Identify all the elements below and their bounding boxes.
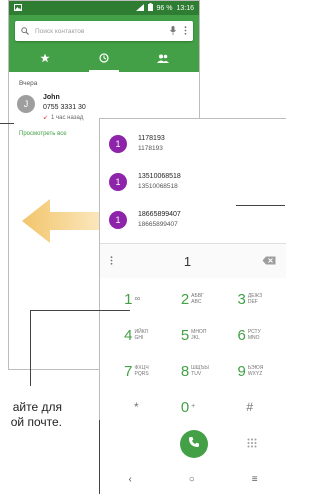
more-options-icon[interactable] bbox=[184, 22, 187, 40]
key-9[interactable]: 9 ЬЭЮЯ WXYZ bbox=[221, 356, 278, 386]
dial-keypad: 1 ∞ 2 АБВГ ABC 3 ДЕЖЗ DEF 4 ИЙКЛ GHI 5 МНОП J… bbox=[100, 278, 286, 422]
key-letters: + bbox=[191, 403, 196, 410]
key-digit: 9 bbox=[237, 362, 246, 380]
recents-nav-button[interactable]: ≡ bbox=[252, 474, 258, 485]
key-digit: 8 bbox=[180, 362, 190, 380]
avatar: 1 bbox=[109, 173, 127, 191]
callout-line bbox=[99, 420, 100, 494]
callout-line bbox=[30, 310, 31, 386]
phone-icon bbox=[188, 435, 200, 453]
contacts-icon bbox=[157, 50, 170, 68]
search-input[interactable]: Поиск контактов bbox=[35, 28, 170, 35]
key-letters: ИЙКЛ GHI bbox=[134, 329, 148, 341]
suggestion-item[interactable]: 1 1178193 1178193 bbox=[100, 125, 286, 163]
search-icon bbox=[21, 22, 29, 40]
tab-recents[interactable] bbox=[74, 46, 133, 72]
key-digit: 5 bbox=[180, 326, 190, 344]
suggestion-name: 1178193 bbox=[138, 135, 165, 142]
image-notification-icon bbox=[14, 3, 22, 13]
star-icon bbox=[40, 50, 50, 68]
key-digit: 0 bbox=[180, 398, 190, 416]
battery-percent: 96 % bbox=[156, 4, 173, 12]
key-letters: ШЩЪЫ TUV bbox=[191, 365, 209, 377]
key-letters: ДЕЖЗ DEF bbox=[247, 293, 263, 305]
search-bar[interactable]: Поиск контактов bbox=[15, 21, 193, 41]
key-digit: 7 bbox=[124, 362, 133, 380]
key-digit: 6 bbox=[237, 326, 246, 344]
back-nav-button[interactable]: ‹ bbox=[128, 474, 131, 485]
key-digit: # bbox=[246, 400, 253, 414]
suggestion-number: 13510068518 bbox=[138, 183, 178, 190]
caption-text: айте для ой почте. bbox=[0, 400, 62, 430]
caption-line-1: айте для bbox=[12, 400, 62, 414]
key-letters: ЬЭЮЯ WXYZ bbox=[247, 365, 264, 377]
voicemail-icon: ∞ bbox=[134, 294, 141, 303]
key-letters: МНОП JKL bbox=[191, 329, 207, 341]
key-8[interactable]: 8 ШЩЪЫ TUV bbox=[165, 356, 222, 386]
avatar: 1 bbox=[109, 211, 127, 229]
dialer-screen: 1 1178193 1178193 1 13510068518 13510068… bbox=[99, 118, 286, 494]
caller-number: 0755 3331 30 bbox=[43, 104, 86, 111]
navigation-bar: ‹ ○ ≡ bbox=[100, 466, 286, 492]
clock-icon bbox=[99, 50, 109, 68]
key-6[interactable]: 6 РСТУ MNO bbox=[221, 320, 278, 350]
key-digit: 1 bbox=[124, 290, 133, 308]
avatar: J bbox=[17, 95, 35, 113]
battery-icon bbox=[147, 3, 153, 13]
call-button[interactable] bbox=[179, 430, 208, 458]
key-7[interactable]: 7 ФХЦЧ PQRS bbox=[108, 356, 165, 386]
key-5[interactable]: 5 МНОП JKL bbox=[165, 320, 222, 350]
suggestion-number: 1178193 bbox=[138, 145, 163, 152]
tab-bar bbox=[15, 46, 193, 72]
status-bar: 96 % 13:16 bbox=[9, 1, 199, 15]
key-digit: * bbox=[133, 400, 139, 414]
dialed-number[interactable]: 1 bbox=[184, 254, 191, 269]
dialpad-icon[interactable] bbox=[247, 435, 257, 453]
suggestion-item[interactable]: 1 13510068518 13510068518 bbox=[100, 163, 286, 201]
callout-line bbox=[0, 123, 14, 124]
key-hash[interactable]: # bbox=[221, 392, 278, 422]
tab-contacts[interactable] bbox=[134, 46, 193, 72]
key-3[interactable]: 3 ДЕЖЗ DEF bbox=[221, 284, 278, 314]
call-time: 1 час назад bbox=[51, 115, 84, 121]
callout-line bbox=[30, 310, 130, 311]
key-letters: РСТУ MNO bbox=[247, 329, 261, 341]
header-area: Поиск контактов bbox=[9, 15, 199, 72]
caption-line-2: ой почте. bbox=[10, 415, 62, 429]
key-digit: 2 bbox=[180, 290, 190, 308]
tab-favorites[interactable] bbox=[15, 46, 74, 72]
key-digit: 3 bbox=[237, 290, 246, 308]
dial-display: 1 bbox=[100, 244, 286, 278]
clock-time: 13:16 bbox=[176, 4, 194, 12]
contact-suggestions: 1 1178193 1178193 1 13510068518 13510068… bbox=[100, 119, 286, 239]
suggestion-name: 18665899407 bbox=[138, 211, 181, 218]
microphone-icon[interactable] bbox=[170, 22, 176, 40]
suggestion-name: 13510068518 bbox=[138, 173, 181, 180]
more-options-icon[interactable] bbox=[110, 252, 113, 270]
call-bar bbox=[100, 422, 286, 466]
section-label-yesterday: Вчера bbox=[19, 80, 38, 87]
callout-line bbox=[236, 205, 285, 206]
signal-icon bbox=[135, 3, 144, 13]
suggestion-number: 18665899407 bbox=[138, 221, 178, 228]
swipe-left-arrow-icon bbox=[22, 196, 102, 251]
key-4[interactable]: 4 ИЙКЛ GHI bbox=[108, 320, 165, 350]
avatar: 1 bbox=[109, 135, 127, 153]
key-star[interactable]: * bbox=[108, 392, 165, 422]
home-nav-button[interactable]: ○ bbox=[189, 474, 195, 485]
missed-call-icon: ↙ bbox=[43, 115, 49, 121]
backspace-icon[interactable] bbox=[262, 252, 276, 270]
key-2[interactable]: 2 АБВГ ABC bbox=[165, 284, 222, 314]
key-letters: ФХЦЧ PQRS bbox=[134, 365, 149, 377]
key-0[interactable]: 0 + bbox=[165, 392, 222, 422]
caller-name: John bbox=[43, 94, 60, 101]
key-letters: АБВГ ABC bbox=[191, 293, 204, 305]
call-time-row: ↙ 1 час назад bbox=[43, 113, 86, 123]
key-digit: 4 bbox=[124, 326, 133, 344]
suggestion-item[interactable]: 1 18665899407 18665899407 bbox=[100, 201, 286, 239]
